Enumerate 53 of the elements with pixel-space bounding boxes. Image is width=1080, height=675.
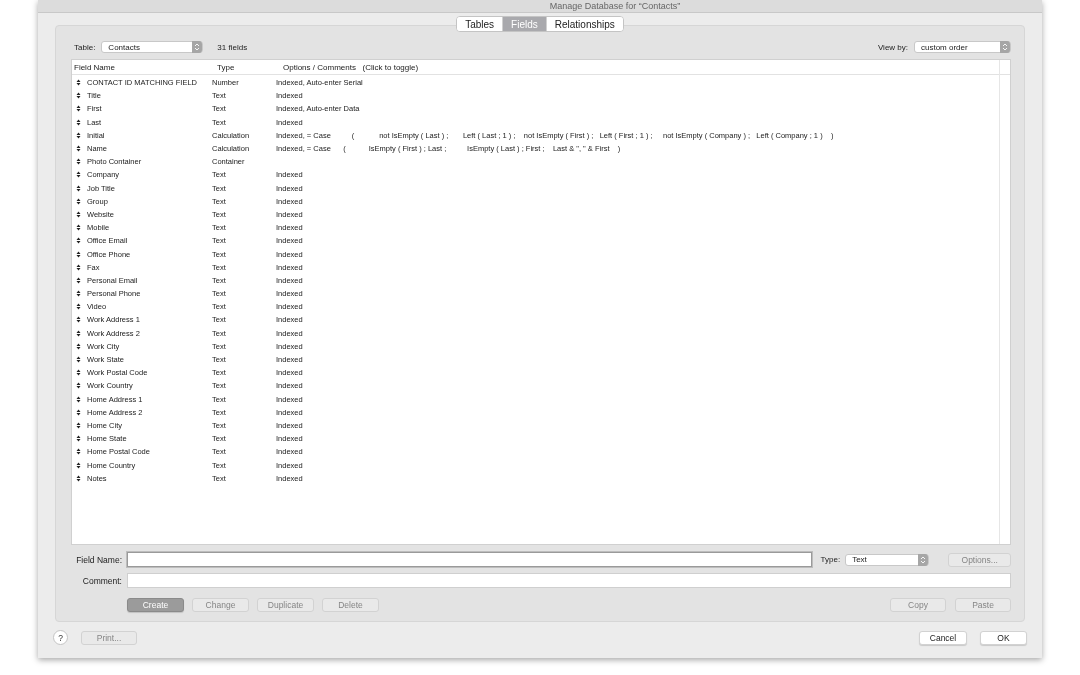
drag-handle-icon[interactable] [76, 79, 81, 87]
drag-handle-icon[interactable] [76, 461, 81, 469]
drag-handle-icon[interactable] [76, 105, 81, 113]
table-label: Table: [74, 42, 96, 52]
drag-handle-icon[interactable] [76, 290, 81, 298]
column-header[interactable]: Options / Comments (Click to toggle) [281, 62, 983, 72]
drag-handle-icon[interactable] [76, 118, 81, 126]
drag-handle-icon[interactable] [76, 356, 81, 364]
window-title: Manage Database for “Contacts” [549, 1, 681, 11]
button[interactable]: Cancel [919, 630, 967, 645]
help-button[interactable]: ? [53, 630, 68, 645]
comment-input[interactable] [127, 573, 1011, 588]
column-header[interactable]: Type [215, 62, 281, 72]
drag-handle-icon[interactable] [76, 303, 81, 311]
drag-handle-icon[interactable] [76, 276, 81, 284]
drag-handle-icon[interactable] [76, 237, 81, 245]
drag-handle-icon[interactable] [76, 435, 81, 443]
column-header[interactable]: Field Name [72, 62, 215, 72]
drag-handle-icon[interactable] [76, 408, 81, 416]
field-count: 31 fields [217, 42, 248, 52]
stepper-icon [1000, 41, 1010, 53]
drag-handle-icon[interactable] [76, 131, 81, 139]
drag-handle-icon[interactable] [76, 210, 81, 218]
drag-handle-icon[interactable] [76, 250, 81, 258]
tab[interactable]: Relationships [545, 17, 623, 31]
drag-handle-icon[interactable] [76, 369, 81, 377]
drag-handle-icon[interactable] [76, 382, 81, 390]
drag-handle-icon[interactable] [76, 197, 81, 205]
drag-handle-icon[interactable] [76, 421, 81, 429]
drag-handle-icon[interactable] [76, 395, 81, 403]
drag-handle-icon[interactable] [76, 92, 81, 100]
drag-handle-icon[interactable] [76, 145, 81, 153]
button[interactable]: OK [980, 630, 1027, 645]
field-name-input[interactable] [127, 552, 812, 567]
drag-handle-icon[interactable] [76, 448, 81, 456]
view-by-label: View by: [877, 42, 908, 52]
table-select[interactable]: Contacts [101, 41, 204, 53]
comment-label: Comment: [81, 575, 122, 586]
drag-handle-icon[interactable] [76, 342, 81, 350]
stepper-icon [917, 553, 928, 566]
drag-handle-icon[interactable] [76, 171, 81, 179]
drag-handle-icon[interactable] [76, 224, 81, 232]
stepper-icon [192, 41, 203, 53]
drag-handle-icon[interactable] [76, 474, 81, 482]
drag-handle-icon[interactable] [76, 316, 81, 324]
field-name-label: Field Name: [75, 554, 122, 565]
drag-handle-icon[interactable] [76, 184, 81, 192]
drag-handle-icon[interactable] [76, 158, 81, 166]
type-select[interactable]: Text [845, 553, 929, 566]
type-label: Type: [820, 555, 841, 564]
drag-handle-icon[interactable] [76, 329, 81, 337]
view-by-select[interactable]: custom order [914, 41, 1011, 53]
drag-handle-icon[interactable] [76, 263, 81, 271]
